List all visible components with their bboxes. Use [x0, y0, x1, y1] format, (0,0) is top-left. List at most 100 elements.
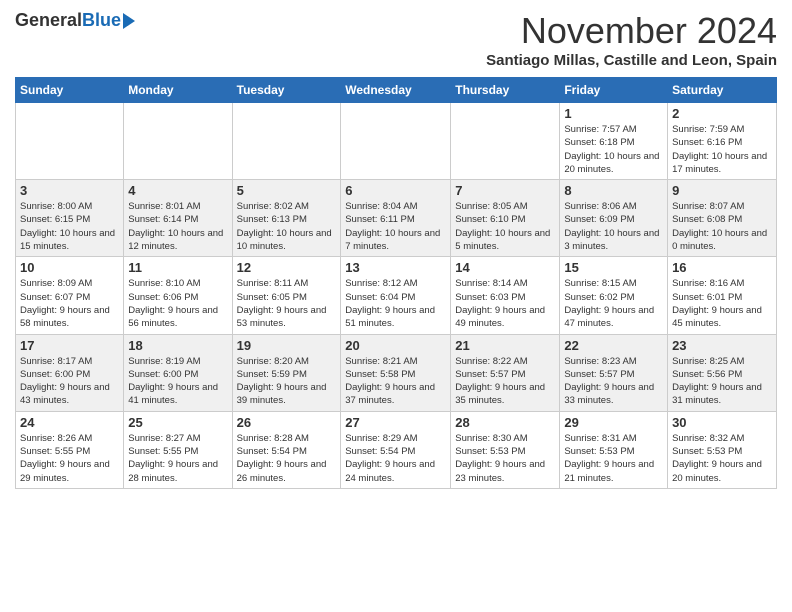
calendar-header-monday: Monday [124, 78, 232, 103]
day-info: Sunrise: 8:07 AM Sunset: 6:08 PM Dayligh… [672, 200, 772, 253]
calendar-cell: 11 Sunrise: 8:10 AM Sunset: 6:06 PM Dayli… [124, 257, 232, 334]
day-number: 3 [20, 183, 119, 198]
calendar-week-row: 3 Sunrise: 8:00 AM Sunset: 6:15 PM Daylig… [16, 180, 777, 257]
calendar-header-tuesday: Tuesday [232, 78, 341, 103]
day-number: 26 [237, 415, 337, 430]
calendar-cell: 10 Sunrise: 8:09 AM Sunset: 6:07 PM Dayli… [16, 257, 124, 334]
day-number: 29 [564, 415, 663, 430]
calendar-week-row: 24Sunrise: 8:26 AM Sunset: 5:55 PM Dayli… [16, 411, 777, 488]
day-number: 25 [128, 415, 227, 430]
day-number: 30 [672, 415, 772, 430]
calendar-header-row: SundayMondayTuesdayWednesdayThursdayFrid… [16, 78, 777, 103]
day-info: Sunrise: 8:06 AM Sunset: 6:09 PM Dayligh… [564, 200, 663, 253]
calendar-cell: 14 Sunrise: 8:14 AM Sunset: 6:03 PM Dayli… [451, 257, 560, 334]
day-info: Sunrise: 8:30 AM Sunset: 5:53 PM Dayligh… [455, 432, 555, 485]
day-number: 27 [345, 415, 446, 430]
day-info: Sunrise: 8:14 AM Sunset: 6:03 PM Dayligh… [455, 277, 555, 330]
day-info: Sunrise: 8:01 AM Sunset: 6:14 PM Dayligh… [128, 200, 227, 253]
day-info: Sunrise: 8:02 AM Sunset: 6:13 PM Dayligh… [237, 200, 337, 253]
day-info: Sunrise: 8:15 AM Sunset: 6:02 PM Dayligh… [564, 277, 663, 330]
day-info: Sunrise: 7:59 AM Sunset: 6:16 PM Dayligh… [672, 123, 772, 176]
day-info: Sunrise: 8:04 AM Sunset: 6:11 PM Dayligh… [345, 200, 446, 253]
calendar-cell: 8 Sunrise: 8:06 AM Sunset: 6:09 PM Daylig… [560, 180, 668, 257]
day-info: Sunrise: 8:09 AM Sunset: 6:07 PM Dayligh… [20, 277, 119, 330]
day-info: Sunrise: 8:27 AM Sunset: 5:55 PM Dayligh… [128, 432, 227, 485]
day-info: Sunrise: 8:19 AM Sunset: 6:00 PM Dayligh… [128, 355, 227, 408]
logo-triangle-icon [123, 13, 135, 29]
day-number: 5 [237, 183, 337, 198]
calendar-cell: 25 Sunrise: 8:27 AM Sunset: 5:55 PM Dayli… [124, 411, 232, 488]
day-number: 28 [455, 415, 555, 430]
calendar-cell: 28 Sunrise: 8:30 AM Sunset: 5:53 PM Dayli… [451, 411, 560, 488]
calendar-cell [232, 103, 341, 180]
calendar-cell [451, 103, 560, 180]
calendar-week-row: 1 Sunrise: 7:57 AM Sunset: 6:18 PM Daylig… [16, 103, 777, 180]
day-info: Sunrise: 8:17 AM Sunset: 6:00 PM Dayligh… [20, 355, 119, 408]
day-number: 16 [672, 260, 772, 275]
calendar-cell: 15 Sunrise: 8:15 AM Sunset: 6:02 PM Dayli… [560, 257, 668, 334]
day-number: 22 [564, 338, 663, 353]
calendar-cell: 26 Sunrise: 8:28 AM Sunset: 5:54 PM Dayli… [232, 411, 341, 488]
day-info: Sunrise: 8:10 AM Sunset: 6:06 PM Dayligh… [128, 277, 227, 330]
calendar-header-sunday: Sunday [16, 78, 124, 103]
calendar-cell: 30 Sunrise: 8:32 AM Sunset: 5:53 PM Dayli… [668, 411, 777, 488]
day-number: 13 [345, 260, 446, 275]
calendar-cell: 20 Sunrise: 8:21 AM Sunset: 5:58 PM Dayli… [341, 334, 451, 411]
calendar-cell: 3 Sunrise: 8:00 AM Sunset: 6:15 PM Daylig… [16, 180, 124, 257]
calendar-cell: 24Sunrise: 8:26 AM Sunset: 5:55 PM Dayli… [16, 411, 124, 488]
day-number: 14 [455, 260, 555, 275]
logo: GeneralBlue [15, 10, 135, 31]
calendar-cell: 1 Sunrise: 7:57 AM Sunset: 6:18 PM Daylig… [560, 103, 668, 180]
day-number: 24 [20, 415, 119, 430]
day-info: Sunrise: 8:28 AM Sunset: 5:54 PM Dayligh… [237, 432, 337, 485]
day-number: 9 [672, 183, 772, 198]
calendar-cell: 18 Sunrise: 8:19 AM Sunset: 6:00 PM Dayli… [124, 334, 232, 411]
day-number: 20 [345, 338, 446, 353]
calendar-cell: 2 Sunrise: 7:59 AM Sunset: 6:16 PM Daylig… [668, 103, 777, 180]
day-number: 15 [564, 260, 663, 275]
day-number: 12 [237, 260, 337, 275]
calendar-cell: 27 Sunrise: 8:29 AM Sunset: 5:54 PM Dayli… [341, 411, 451, 488]
day-info: Sunrise: 7:57 AM Sunset: 6:18 PM Dayligh… [564, 123, 663, 176]
calendar-week-row: 17 Sunrise: 8:17 AM Sunset: 6:00 PM Dayli… [16, 334, 777, 411]
logo-blue: Blue [82, 10, 121, 30]
day-number: 4 [128, 183, 227, 198]
calendar-header-thursday: Thursday [451, 78, 560, 103]
day-number: 19 [237, 338, 337, 353]
day-info: Sunrise: 8:00 AM Sunset: 6:15 PM Dayligh… [20, 200, 119, 253]
calendar-cell: 4 Sunrise: 8:01 AM Sunset: 6:14 PM Daylig… [124, 180, 232, 257]
header: GeneralBlue November 2024 Santiago Milla… [15, 10, 777, 69]
calendar-table: SundayMondayTuesdayWednesdayThursdayFrid… [15, 77, 777, 489]
calendar-cell [341, 103, 451, 180]
location: Santiago Millas, Castille and Leon, Spai… [486, 52, 777, 69]
day-number: 17 [20, 338, 119, 353]
day-number: 6 [345, 183, 446, 198]
calendar-cell: 5 Sunrise: 8:02 AM Sunset: 6:13 PM Daylig… [232, 180, 341, 257]
month-title: November 2024 [486, 10, 777, 52]
day-number: 8 [564, 183, 663, 198]
day-info: Sunrise: 8:05 AM Sunset: 6:10 PM Dayligh… [455, 200, 555, 253]
day-number: 11 [128, 260, 227, 275]
day-info: Sunrise: 8:21 AM Sunset: 5:58 PM Dayligh… [345, 355, 446, 408]
day-info: Sunrise: 8:25 AM Sunset: 5:56 PM Dayligh… [672, 355, 772, 408]
day-number: 23 [672, 338, 772, 353]
calendar-header-friday: Friday [560, 78, 668, 103]
calendar-cell: 21Sunrise: 8:22 AM Sunset: 5:57 PM Dayli… [451, 334, 560, 411]
day-number: 1 [564, 106, 663, 121]
day-number: 21 [455, 338, 555, 353]
day-number: 2 [672, 106, 772, 121]
day-info: Sunrise: 8:23 AM Sunset: 5:57 PM Dayligh… [564, 355, 663, 408]
calendar-cell: 9 Sunrise: 8:07 AM Sunset: 6:08 PM Daylig… [668, 180, 777, 257]
day-number: 10 [20, 260, 119, 275]
day-info: Sunrise: 8:16 AM Sunset: 6:01 PM Dayligh… [672, 277, 772, 330]
calendar-cell: 12Sunrise: 8:11 AM Sunset: 6:05 PM Dayli… [232, 257, 341, 334]
calendar-cell: 29 Sunrise: 8:31 AM Sunset: 5:53 PM Dayli… [560, 411, 668, 488]
calendar-cell: 7Sunrise: 8:05 AM Sunset: 6:10 PM Daylig… [451, 180, 560, 257]
day-info: Sunrise: 8:31 AM Sunset: 5:53 PM Dayligh… [564, 432, 663, 485]
day-info: Sunrise: 8:29 AM Sunset: 5:54 PM Dayligh… [345, 432, 446, 485]
calendar-cell [16, 103, 124, 180]
day-info: Sunrise: 8:32 AM Sunset: 5:53 PM Dayligh… [672, 432, 772, 485]
title-section: November 2024 Santiago Millas, Castille … [486, 10, 777, 69]
day-number: 18 [128, 338, 227, 353]
logo-general: General [15, 10, 82, 30]
